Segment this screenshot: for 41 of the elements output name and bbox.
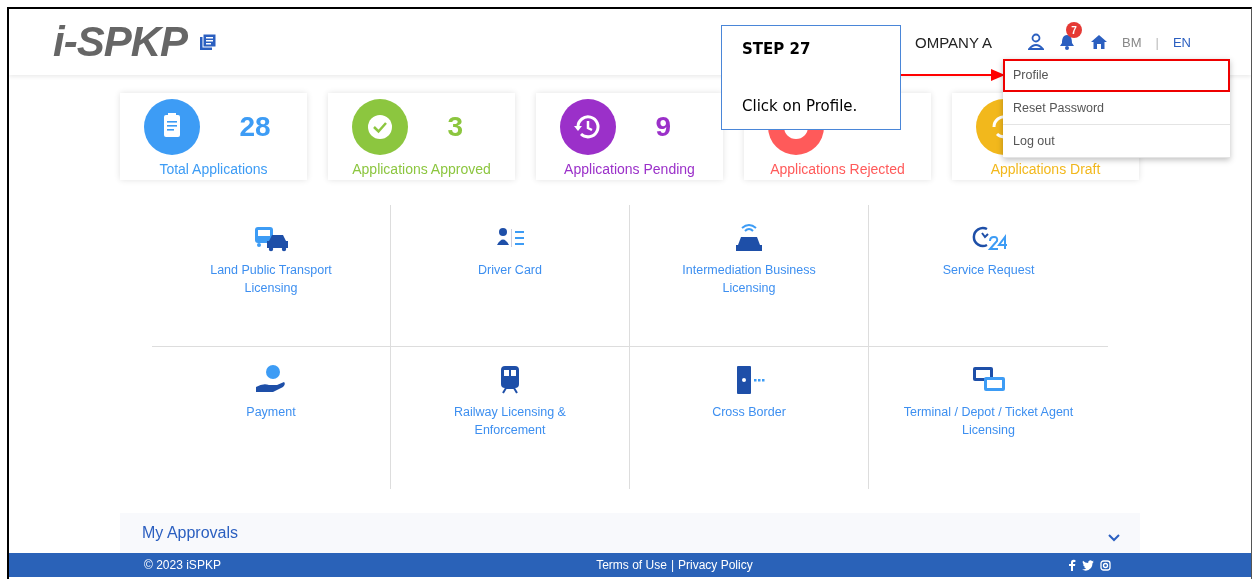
stat-label[interactable]: Applications Rejected xyxy=(770,161,905,177)
service-link[interactable]: Cross Border xyxy=(712,403,786,421)
user-icon[interactable] xyxy=(1028,33,1045,51)
stat-label[interactable]: Applications Draft xyxy=(990,161,1101,177)
instagram-icon[interactable] xyxy=(1100,559,1111,571)
bell-icon[interactable] xyxy=(1058,33,1077,51)
company-name: OMPANY A xyxy=(915,33,993,51)
callout-title: STEP 27 xyxy=(742,40,812,58)
notification-badge: 7 xyxy=(1066,22,1083,38)
separator: | xyxy=(670,558,674,572)
callout-text: Click on Profile. xyxy=(742,97,859,115)
home-icon[interactable] xyxy=(1090,34,1109,50)
service-link[interactable]: Intermediation Business Licensing xyxy=(682,261,816,297)
stat-label[interactable]: Applications Approved xyxy=(352,161,491,177)
service-link[interactable]: Driver Card xyxy=(478,261,542,279)
service-link[interactable]: Railway Licensing & Enforcement xyxy=(454,403,566,439)
document-icon[interactable] xyxy=(199,33,218,51)
stat-label[interactable]: Total Applications xyxy=(159,161,268,177)
chevron-icon[interactable] xyxy=(1108,534,1120,542)
service-link[interactable]: Land Public Transport Licensing xyxy=(210,261,332,297)
separator: | xyxy=(1155,34,1159,50)
menu-item[interactable]: Log out xyxy=(1003,125,1230,158)
language-option[interactable]: BM xyxy=(1122,34,1142,50)
stat-count: 28 xyxy=(239,111,271,143)
twitter-icon[interactable] xyxy=(1082,559,1094,571)
panel-title: My Approvals xyxy=(142,524,239,542)
stat-count: 3 xyxy=(447,111,464,143)
service-link[interactable]: Payment xyxy=(246,403,296,421)
facebook-icon[interactable] xyxy=(1068,559,1076,571)
service-link[interactable]: Service Request xyxy=(942,261,1035,279)
language-option[interactable]: EN xyxy=(1172,34,1191,50)
copyright-text: © 2023 iSPKP xyxy=(144,558,221,572)
footer-link[interactable]: Privacy Policy xyxy=(678,558,753,572)
stat-label[interactable]: Applications Pending xyxy=(564,161,695,177)
stat-count: 9 xyxy=(655,111,672,143)
menu-item[interactable]: Reset Password xyxy=(1003,92,1230,125)
my-approvals-panel[interactable]: My Approvals xyxy=(120,513,1140,553)
menu-item[interactable]: Profile xyxy=(1003,59,1230,92)
service-link[interactable]: Terminal / Depot / Ticket Agent Licensing xyxy=(903,403,1074,439)
footer-link[interactable]: Terms of Use xyxy=(596,558,667,572)
logo: i-SPKP xyxy=(53,18,188,66)
